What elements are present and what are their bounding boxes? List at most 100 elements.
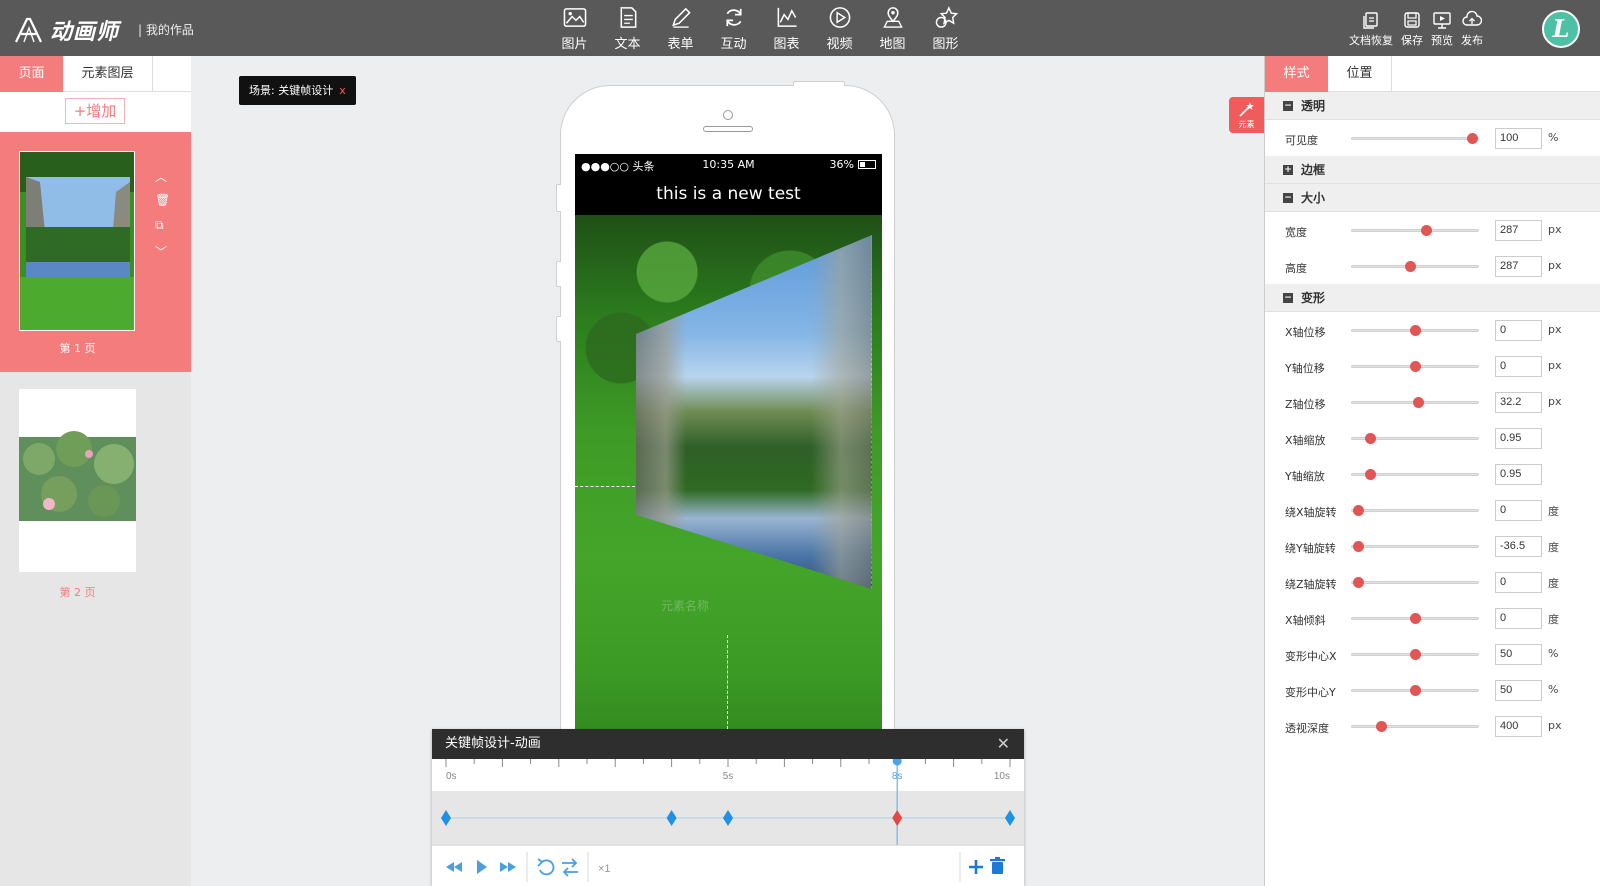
slider-thumb[interactable]: [1353, 505, 1365, 516]
page-item-2[interactable]: [19, 389, 136, 572]
property-slider[interactable]: [1351, 261, 1479, 272]
property-slider[interactable]: [1351, 685, 1479, 696]
add-page-button[interactable]: +增加: [65, 98, 125, 124]
copy-icon[interactable]: ⧉: [155, 218, 170, 243]
page-heading[interactable]: this is a new test: [575, 184, 882, 204]
property-value-input[interactable]: 0: [1495, 572, 1542, 593]
property-value-input[interactable]: 0: [1495, 320, 1542, 341]
keyframe-timeline: 关键帧设计-动画 ✕ 0s 5s 8s 10s ×1: [432, 729, 1024, 886]
save-button[interactable]: 保存: [1401, 10, 1423, 48]
property-slider[interactable]: [1351, 133, 1479, 144]
restore-button[interactable]: 文档恢复: [1349, 10, 1393, 48]
property-slider[interactable]: [1351, 721, 1479, 732]
tab-element-layers[interactable]: 元素图层: [63, 56, 153, 92]
slider-thumb[interactable]: [1421, 225, 1433, 236]
add-keyframe-icon[interactable]: [969, 860, 983, 874]
property-slider[interactable]: [1351, 225, 1479, 236]
logo-mark-icon: [15, 17, 42, 43]
property-slider[interactable]: [1351, 469, 1479, 480]
tool-chart[interactable]: 图表: [760, 6, 813, 52]
slider-thumb[interactable]: [1353, 577, 1365, 588]
section-header[interactable]: − 大小: [1265, 184, 1600, 212]
property-value-input[interactable]: 0.95: [1495, 428, 1542, 449]
property-value-input[interactable]: 287: [1495, 220, 1542, 241]
property-slider[interactable]: [1351, 541, 1479, 552]
magic-wand-icon: [1238, 102, 1254, 117]
tool-label: 视频: [826, 37, 853, 52]
slider-thumb[interactable]: [1364, 469, 1376, 480]
tab-style[interactable]: 样式: [1265, 56, 1328, 92]
property-slider[interactable]: [1351, 361, 1479, 372]
property-slider[interactable]: [1351, 505, 1479, 516]
property-slider[interactable]: [1351, 649, 1479, 660]
tab-pages[interactable]: 页面: [0, 56, 63, 92]
section-title: 透明: [1301, 99, 1326, 113]
property-value-input[interactable]: 400: [1495, 716, 1542, 737]
page-item-1[interactable]: ︿ 🗑 ⧉ ﹀ 第 1 页: [0, 132, 191, 372]
tool-shape[interactable]: 图形: [919, 6, 972, 52]
section-title: 变形: [1301, 291, 1326, 305]
property-value-input[interactable]: 0.95: [1495, 464, 1542, 485]
publish-button[interactable]: 发布: [1461, 10, 1483, 48]
slider-thumb[interactable]: [1410, 685, 1421, 696]
property-value-input[interactable]: 50: [1495, 644, 1542, 665]
property-value-input[interactable]: 32.2: [1495, 392, 1542, 413]
property-slider[interactable]: [1351, 397, 1479, 408]
trash-icon[interactable]: [990, 857, 1005, 874]
preview-button[interactable]: 预览: [1431, 10, 1453, 48]
move-up-icon[interactable]: ︿: [155, 168, 170, 193]
property-label: 绕X轴旋转: [1285, 506, 1337, 519]
property-value-input[interactable]: -36.5: [1495, 536, 1542, 557]
slider-thumb[interactable]: [1410, 361, 1421, 372]
slider-thumb[interactable]: [1404, 261, 1416, 272]
slider-thumb[interactable]: [1412, 397, 1424, 408]
tab-position[interactable]: 位置: [1328, 56, 1392, 92]
property-slider[interactable]: [1351, 613, 1479, 624]
tool-label: 表单: [667, 37, 694, 52]
property-value-input[interactable]: 50: [1495, 680, 1542, 701]
slider-thumb[interactable]: [1375, 721, 1387, 732]
slider-thumb[interactable]: [1353, 541, 1365, 552]
loop-icon[interactable]: [562, 858, 578, 877]
action-label: 保存: [1401, 34, 1423, 47]
property-slider[interactable]: [1351, 433, 1479, 444]
close-icon[interactable]: ✕: [997, 729, 1010, 759]
slider-thumb[interactable]: [1410, 649, 1421, 660]
trash-icon[interactable]: 🗑: [155, 193, 170, 218]
property-label: 绕Y轴旋转: [1285, 542, 1336, 555]
my-works-link[interactable]: | 我的作品: [138, 21, 194, 38]
slider-thumb[interactable]: [1410, 325, 1421, 336]
property-value-input[interactable]: 287: [1495, 256, 1542, 277]
slider-thumb[interactable]: [1410, 613, 1421, 624]
rewind-icon[interactable]: [446, 862, 462, 872]
tool-image[interactable]: 图片: [548, 6, 601, 52]
user-avatar[interactable]: L: [1542, 10, 1580, 48]
property-value-input[interactable]: 0: [1495, 500, 1542, 521]
section-header[interactable]: − 透明: [1265, 92, 1600, 120]
logo-text: 动画师: [50, 20, 120, 45]
tool-map[interactable]: 地图: [866, 6, 919, 52]
play-icon[interactable]: [477, 860, 487, 874]
move-down-icon[interactable]: ﹀: [155, 243, 170, 268]
scene-close-button[interactable]: x: [339, 84, 346, 97]
tool-video[interactable]: 视频: [813, 6, 866, 52]
property-value-input[interactable]: 100: [1495, 128, 1542, 149]
slider-thumb[interactable]: [1466, 133, 1478, 144]
section-header[interactable]: − 变形: [1265, 284, 1600, 312]
property-slider[interactable]: [1351, 325, 1479, 336]
tool-text[interactable]: 文本: [601, 6, 654, 52]
element-magic-button[interactable]: 元素: [1229, 97, 1264, 133]
property-slider[interactable]: [1351, 577, 1479, 588]
undo-icon[interactable]: [537, 858, 555, 876]
section-header[interactable]: + 边框: [1265, 156, 1600, 184]
speed-label[interactable]: ×1: [598, 863, 611, 875]
tool-form[interactable]: 表单: [654, 6, 707, 52]
tool-interact[interactable]: 互动: [707, 6, 760, 52]
phone-screen[interactable]: ●●●○○ 头条 10:35 AM 36% this is a new test…: [575, 154, 882, 786]
property-value-input[interactable]: 0: [1495, 356, 1542, 377]
property-unit: px: [1548, 323, 1562, 336]
fast-forward-icon[interactable]: [500, 862, 516, 872]
property-value-input[interactable]: 0: [1495, 608, 1542, 629]
app-logo[interactable]: 动画师: [14, 14, 119, 46]
slider-thumb[interactable]: [1364, 433, 1376, 444]
